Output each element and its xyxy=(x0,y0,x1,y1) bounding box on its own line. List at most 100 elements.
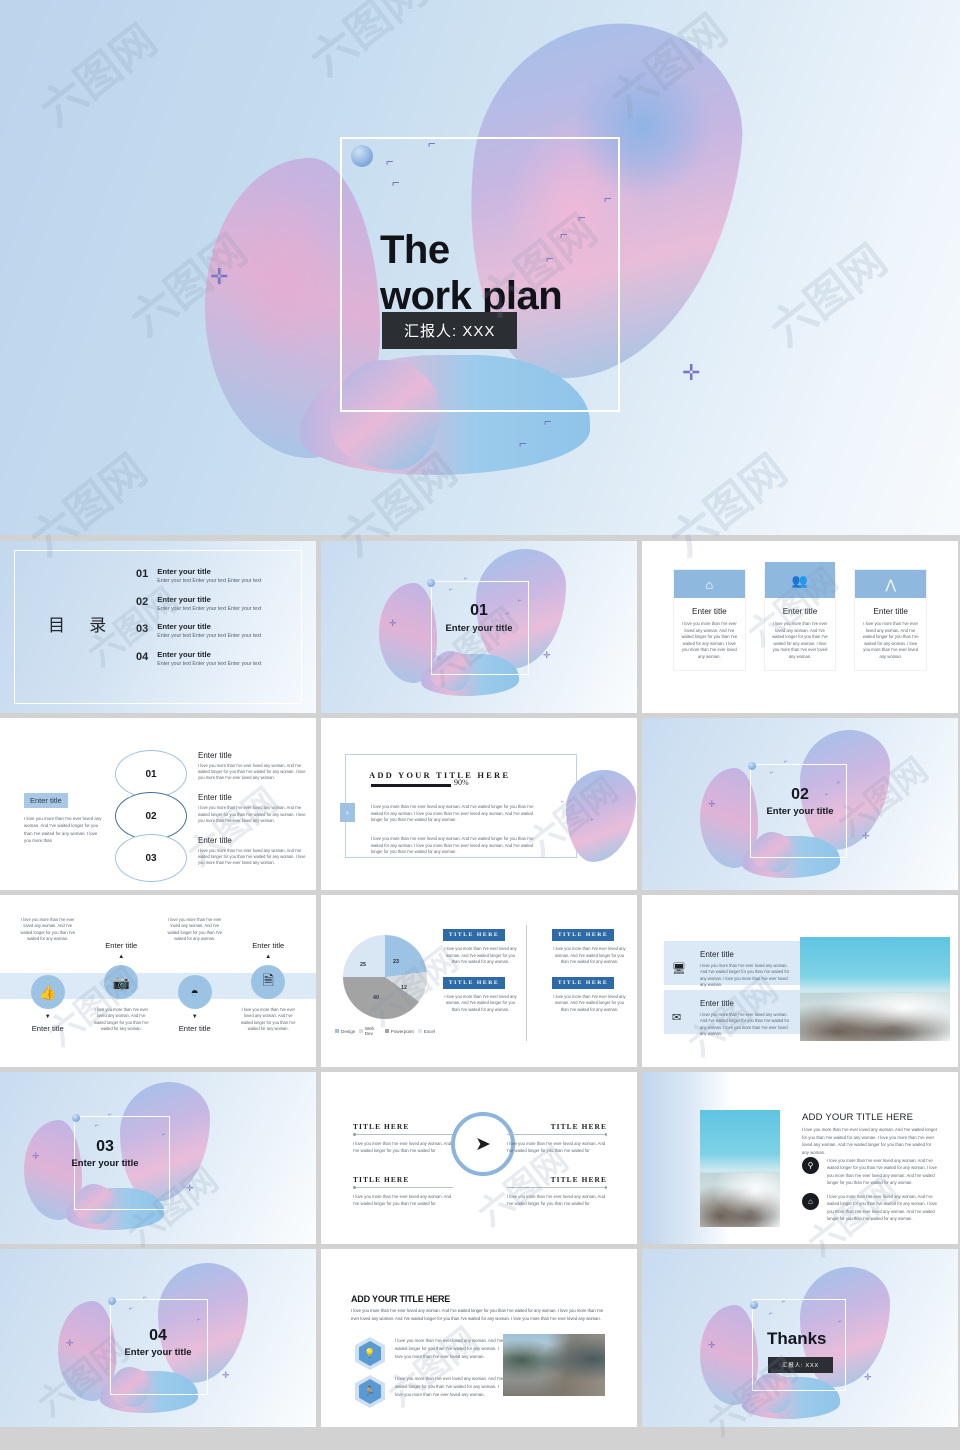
list-item[interactable]: 04 Enter your title Enter your text Enter… xyxy=(136,650,304,668)
circle-step-02[interactable]: 02 xyxy=(115,792,187,840)
toc-item-text: Enter your text Enter your text Enter yo… xyxy=(157,660,262,667)
list-item[interactable]: Enter title I love you more than I've ev… xyxy=(198,793,306,823)
slide-section-divider-01[interactable]: ✛ ✛ ⌐ ⌐ ⌐ ⌐ 01 Enter your title xyxy=(321,541,637,713)
info-row[interactable]: 🖥 Enter title I love you more than I've … xyxy=(664,941,802,987)
intro-text: I love you more than I've ever loved any… xyxy=(351,1308,604,1321)
pie-label-excel: 25 xyxy=(360,962,366,968)
card-title: Enter title xyxy=(873,607,908,616)
list-item[interactable]: Enter title I love you more than I've ev… xyxy=(198,751,306,781)
progress-bar xyxy=(371,784,451,788)
ppt-template-preview: ✛ ✛ ⌐ ⌐ ⌐ ⌐ ⌐ ⌐ ⌐ ⌐ ⌐ The work plan 汇报人: … xyxy=(0,0,960,1450)
card[interactable]: 👥 Enter title I love you more than I've … xyxy=(764,562,836,670)
slide-section-divider-04[interactable]: ✛ ✛ ⌐ ⌐ ⌐ 04 Enter your title xyxy=(0,1249,316,1427)
list-item[interactable]: 02 Enter your title Enter your text Enter… xyxy=(136,595,304,613)
icon-column[interactable]: I love you more than I've ever loved any… xyxy=(165,917,225,1033)
document-icon[interactable]: 🗎 xyxy=(251,965,286,999)
lake-pier-photo xyxy=(503,1334,605,1396)
toc-item-title: Enter your title xyxy=(157,594,211,604)
toc-number: 01 xyxy=(136,568,149,580)
slide-photo-bullets[interactable]: ADD YOUR TITLE HERE I love you more than… xyxy=(642,1072,958,1244)
toc-item-title: Enter your title xyxy=(157,649,211,659)
status-badge[interactable]: TITLE HERE xyxy=(552,929,614,941)
card[interactable]: ⌂ Enter title I love you more than I've … xyxy=(674,570,745,670)
slide-progress-title[interactable]: ADD YOUR TITLE HERE 90% I love you more … xyxy=(321,718,637,890)
slide-four-quadrants[interactable]: ➤ TITLE HERE I love you more than I've e… xyxy=(321,1072,637,1244)
slide-icon-timeline[interactable]: I love you more than I've ever loved any… xyxy=(0,895,316,1067)
bullet-row[interactable]: ⌂ I love you more than I've ever loved a… xyxy=(802,1193,938,1222)
quadrant-bottom-right[interactable]: TITLE HERE I love you more than I've eve… xyxy=(507,1175,607,1207)
quadrant-top-right[interactable]: TITLE HERE I love you more than I've eve… xyxy=(507,1122,607,1154)
status-badge[interactable]: TITLE HERE xyxy=(443,929,505,941)
page-title: The work plan xyxy=(380,227,710,319)
pie-label-design: 23 xyxy=(393,959,399,965)
title-slide[interactable]: ✛ ✛ ⌐ ⌐ ⌐ ⌐ ⌐ ⌐ ⌐ ⌐ ⌐ The work plan 汇报人: … xyxy=(0,0,960,535)
rss-icon[interactable]: ◓ xyxy=(177,975,212,1009)
slide-media-rows[interactable]: 🖥 Enter title I love you more than I've … xyxy=(642,895,958,1067)
card[interactable]: ⋀ Enter title I love you more than I've … xyxy=(855,570,927,670)
circle-step-03[interactable]: 03 xyxy=(115,834,187,882)
hex-row[interactable]: 🏃 I love you more than I've ever loved a… xyxy=(355,1375,505,1408)
slide-hex-bullets[interactable]: ADD YOUR TITLE HERE I love you more than… xyxy=(321,1249,637,1427)
item-title: Enter title xyxy=(198,835,232,845)
icon-column[interactable]: Enter title ▲ 🗎 I love you more than I'v… xyxy=(239,917,299,1033)
card-header: 👥 xyxy=(764,562,836,598)
chevron-mark-icon: ⌐ xyxy=(449,587,453,593)
card-body: Enter title I love you more than I've ev… xyxy=(855,598,926,670)
chart-area: 23 12 40 25 Design Web Dev Powerpoint Ex… xyxy=(335,935,435,1036)
divider-number: 01 xyxy=(470,602,488,619)
home-icon: ⌂ xyxy=(802,1193,819,1210)
chevron-mark-icon: ⌐ xyxy=(838,1319,842,1325)
bullet-row[interactable]: ⚲ I love you more than I've ever loved a… xyxy=(802,1157,938,1186)
icon-column[interactable]: I love you more than I've ever loved any… xyxy=(18,917,78,1033)
slide-three-cards[interactable]: ⌂ Enter title I love you more than I've … xyxy=(642,541,958,713)
chevron-mark-icon: ⌐ xyxy=(95,1123,99,1129)
quadrant-text: I love you more than I've ever loved any… xyxy=(353,1141,452,1154)
card-text: I love you more than I've ever loved any… xyxy=(681,621,738,659)
status-badge[interactable]: TITLE HERE xyxy=(443,976,505,989)
divider-number: 02 xyxy=(791,786,809,803)
divider-rule xyxy=(353,1133,453,1136)
block-text: I love you more than I've ever loved any… xyxy=(553,993,626,1012)
list-item[interactable]: 01 Enter your title Enter your text Enter… xyxy=(136,567,304,585)
quadrant-top-left[interactable]: TITLE HERE I love you more than I've eve… xyxy=(353,1122,453,1154)
quadrant-bottom-left[interactable]: TITLE HERE I love you more than I've eve… xyxy=(353,1175,453,1207)
divider-subtitle: Enter your title xyxy=(766,806,834,817)
legend-item[interactable]: Powerpoint xyxy=(384,1026,414,1036)
intro-text: I love you more than I've ever loved any… xyxy=(802,1127,938,1156)
column-text: I love you more than I've ever loved any… xyxy=(20,917,76,942)
list-item[interactable]: 03 Enter your title Enter your text Enter… xyxy=(136,622,304,640)
slide-table-of-contents[interactable]: 目 录 01 Enter your title Enter your text E… xyxy=(0,541,316,713)
thumbs-up-icon[interactable]: 👍 xyxy=(30,975,65,1009)
circle-step-01[interactable]: 01 xyxy=(115,750,187,798)
card-text: I love you more than I've ever loved any… xyxy=(772,621,828,659)
info-row[interactable]: ✉ Enter title I love you more than I've … xyxy=(664,990,802,1036)
divider-rule xyxy=(507,1186,607,1189)
quadrant-text: I love you more than I've ever loved any… xyxy=(353,1194,452,1207)
block-text: I love you more than I've ever loved any… xyxy=(553,946,626,965)
plus-icon: ✛ xyxy=(708,1340,716,1350)
status-badge[interactable]: TITLE HERE xyxy=(552,976,614,989)
slide-thanks[interactable]: ✛ ✛ ⌐ ⌐ ⌐ Thanks 汇报人: XXX xyxy=(642,1249,958,1427)
icon-column[interactable]: Enter title ▲ 📷 I love you more than I'v… xyxy=(92,917,152,1033)
divider-subtitle: Enter your title xyxy=(71,1158,139,1169)
monitor-icon: 🖥 xyxy=(672,963,686,975)
presenter-badge: 汇报人: XXX xyxy=(382,312,518,349)
chevron-mark-icon: ⌐ xyxy=(578,210,586,225)
paper-plane-icon[interactable]: ➤ xyxy=(451,1112,515,1176)
camera-icon[interactable]: 📷 xyxy=(104,965,139,999)
circle-step-details: Enter title I love you more than I've ev… xyxy=(198,751,306,878)
legend-item[interactable]: Web Dev xyxy=(359,1026,380,1036)
slide-numbered-circles[interactable]: Enter title I love you more than I've ev… xyxy=(0,718,316,890)
legend-item[interactable]: Excel xyxy=(417,1026,435,1036)
progress-percent: 90% xyxy=(454,778,469,787)
slide-section-divider-03[interactable]: ✛ ✛ ⌐ ⌐ ⌐ 03 Enter your title xyxy=(0,1072,316,1244)
divider-number: 03 xyxy=(96,1138,114,1155)
list-item[interactable]: Enter title I love you more than I've ev… xyxy=(198,836,306,866)
slide-section-divider-02[interactable]: ✛ ✛ ⌐ ⌐ ⌐ ⌐ 02 Enter your title xyxy=(642,718,958,890)
slide-pie-chart[interactable]: 23 12 40 25 Design Web Dev Powerpoint Ex… xyxy=(321,895,637,1067)
slide-row: ✛ ✛ ⌐ ⌐ ⌐ 03 Enter your title ➤ TITLE HE… xyxy=(0,1072,960,1244)
next-arrow-button[interactable]: › xyxy=(340,803,355,822)
hex-row[interactable]: 💡 I love you more than I've ever loved a… xyxy=(355,1337,505,1370)
body-paragraph-1: I love you more than I've ever loved any… xyxy=(371,804,534,823)
legend-item[interactable]: Design xyxy=(335,1026,355,1036)
